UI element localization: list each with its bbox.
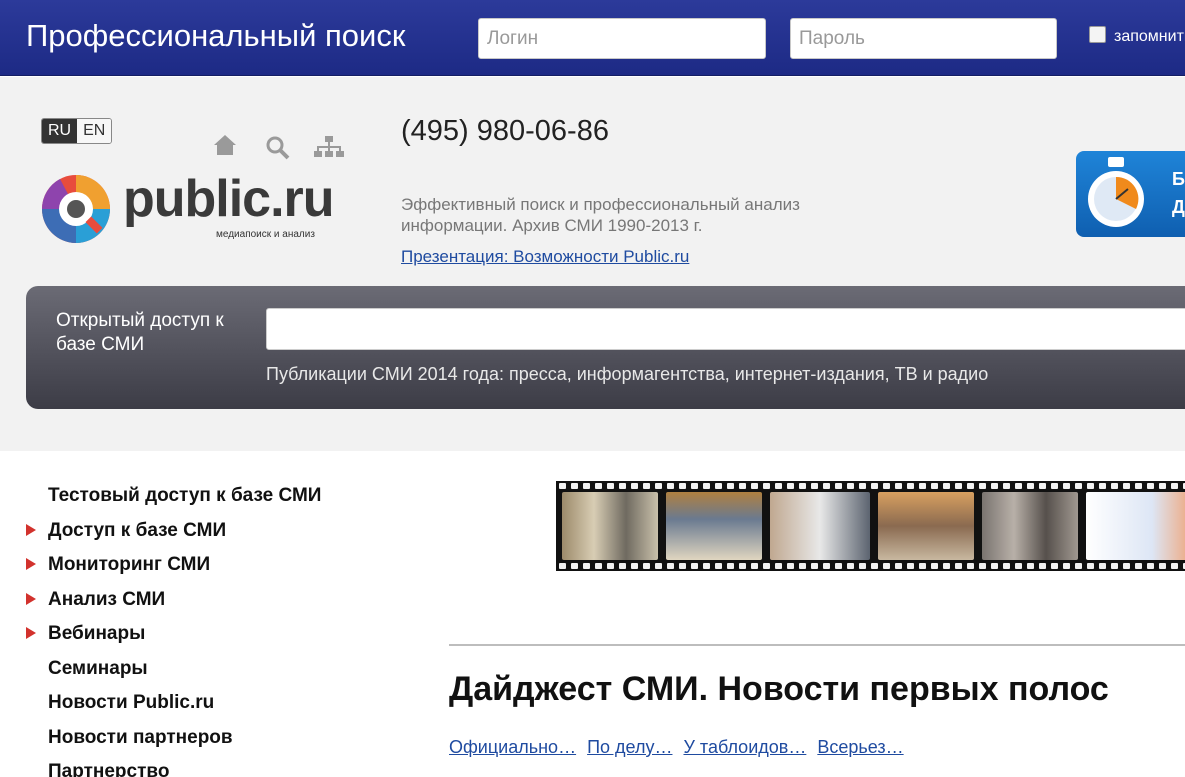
- remember-checkbox[interactable]: [1089, 25, 1106, 43]
- menu-item-partner-news[interactable]: Новости партнеров: [0, 722, 380, 756]
- menu-item-db-access[interactable]: Доступ к базе СМИ: [0, 515, 380, 549]
- language-switcher: RU EN: [41, 118, 113, 144]
- digest-tabs: Официально… По делу… У таблоидов… Всерье…: [449, 737, 910, 758]
- menu-item-label: Семинары: [48, 658, 148, 679]
- lang-ru-button[interactable]: RU: [42, 119, 78, 143]
- digest-title: Дайджест СМИ. Новости первых полос: [449, 670, 1109, 708]
- film-perforation-bottom: [556, 561, 1185, 571]
- menu-item-webinars[interactable]: Вебинары: [0, 618, 380, 652]
- stopwatch-icon: [1088, 157, 1144, 227]
- photo-office-team: [878, 492, 974, 560]
- logo-text: public.ru: [123, 170, 335, 228]
- photo-server-room: [982, 492, 1078, 560]
- menu-item-label: Тестовый доступ к базе СМИ: [48, 485, 322, 506]
- site-title: Профессиональный поиск: [26, 18, 406, 53]
- content-divider: [449, 644, 1185, 646]
- logo-tagline: медиапоиск и анализ: [216, 229, 315, 240]
- login-input[interactable]: [478, 18, 766, 59]
- photo-archive-shelves: [562, 492, 658, 560]
- photo-report-screen: [1086, 492, 1185, 560]
- promo-letter-1: Б: [1172, 169, 1185, 189]
- digest-tab-tabloids[interactable]: У таблоидов…: [683, 737, 806, 757]
- photo-worker-pc: [770, 492, 870, 560]
- menu-item-seminars[interactable]: Семинары: [0, 653, 380, 687]
- digest-tab-business[interactable]: По делу…: [587, 737, 672, 757]
- menu-item-label: Мониторинг СМИ: [48, 554, 211, 575]
- remember-label: запомнить: [1114, 28, 1185, 45]
- logo-mark-icon: [42, 175, 110, 243]
- menu-item-analysis[interactable]: Анализ СМИ: [0, 584, 380, 618]
- presentation-link[interactable]: Презентация: Возможности Public.ru: [401, 247, 689, 267]
- menu-item-test-access[interactable]: Тестовый доступ к базе СМИ: [0, 480, 380, 514]
- promo-letter-2: Д: [1172, 197, 1185, 217]
- menu-item-monitoring[interactable]: Мониторинг СМИ: [0, 549, 380, 583]
- site-logo[interactable]: public.ru медиапоиск и анализ: [40, 170, 335, 254]
- top-bar: Профессиональный поиск запомнить: [0, 0, 1185, 76]
- menu-item-label: Новости Public.ru: [48, 692, 215, 713]
- menu-item-label: Вебинары: [48, 623, 146, 644]
- search-input[interactable]: [266, 308, 1185, 350]
- arrow-right-icon: [26, 558, 36, 570]
- home-icon[interactable]: [213, 134, 237, 156]
- search-icon[interactable]: [265, 135, 291, 161]
- arrow-right-icon: [26, 524, 36, 536]
- digest-tab-official[interactable]: Официально…: [449, 737, 576, 757]
- arrow-right-icon: [26, 627, 36, 639]
- menu-item-label: Новости партнеров: [48, 727, 233, 748]
- promo-banner[interactable]: Б Д: [1076, 151, 1185, 237]
- menu-item-news[interactable]: Новости Public.ru: [0, 687, 380, 721]
- phone-number: (495) 980-06-86: [401, 115, 609, 147]
- film-perforation-top: [556, 481, 1185, 491]
- search-label: Открытый доступ к базе СМИ: [56, 310, 224, 355]
- menu-item-label: Доступ к базе СМИ: [48, 520, 227, 541]
- lang-en-button[interactable]: EN: [77, 119, 112, 143]
- arrow-right-icon: [26, 593, 36, 605]
- photo-filmstrip: [556, 481, 1185, 571]
- menu-item-label: Анализ СМИ: [48, 589, 166, 610]
- sitemap-icon[interactable]: [314, 135, 344, 159]
- digest-tab-serious[interactable]: Всерьез…: [817, 737, 903, 757]
- site-description: Эффективный поиск и профессиональный ана…: [401, 195, 800, 235]
- remember-me[interactable]: запомнить: [1089, 25, 1185, 46]
- menu-item-label: Партнерство: [48, 761, 170, 777]
- header: RU EN public.ru медиапоиск и анализ (495…: [0, 77, 1185, 451]
- password-input[interactable]: [790, 18, 1057, 59]
- search-hint: Публикации СМИ 2014 года: пресса, информ…: [266, 364, 989, 384]
- menu-item-partnership[interactable]: Партнерство: [0, 756, 380, 777]
- photo-monitors: [666, 492, 762, 560]
- open-access-search: Открытый доступ к базе СМИ Публикации СМ…: [26, 286, 1185, 409]
